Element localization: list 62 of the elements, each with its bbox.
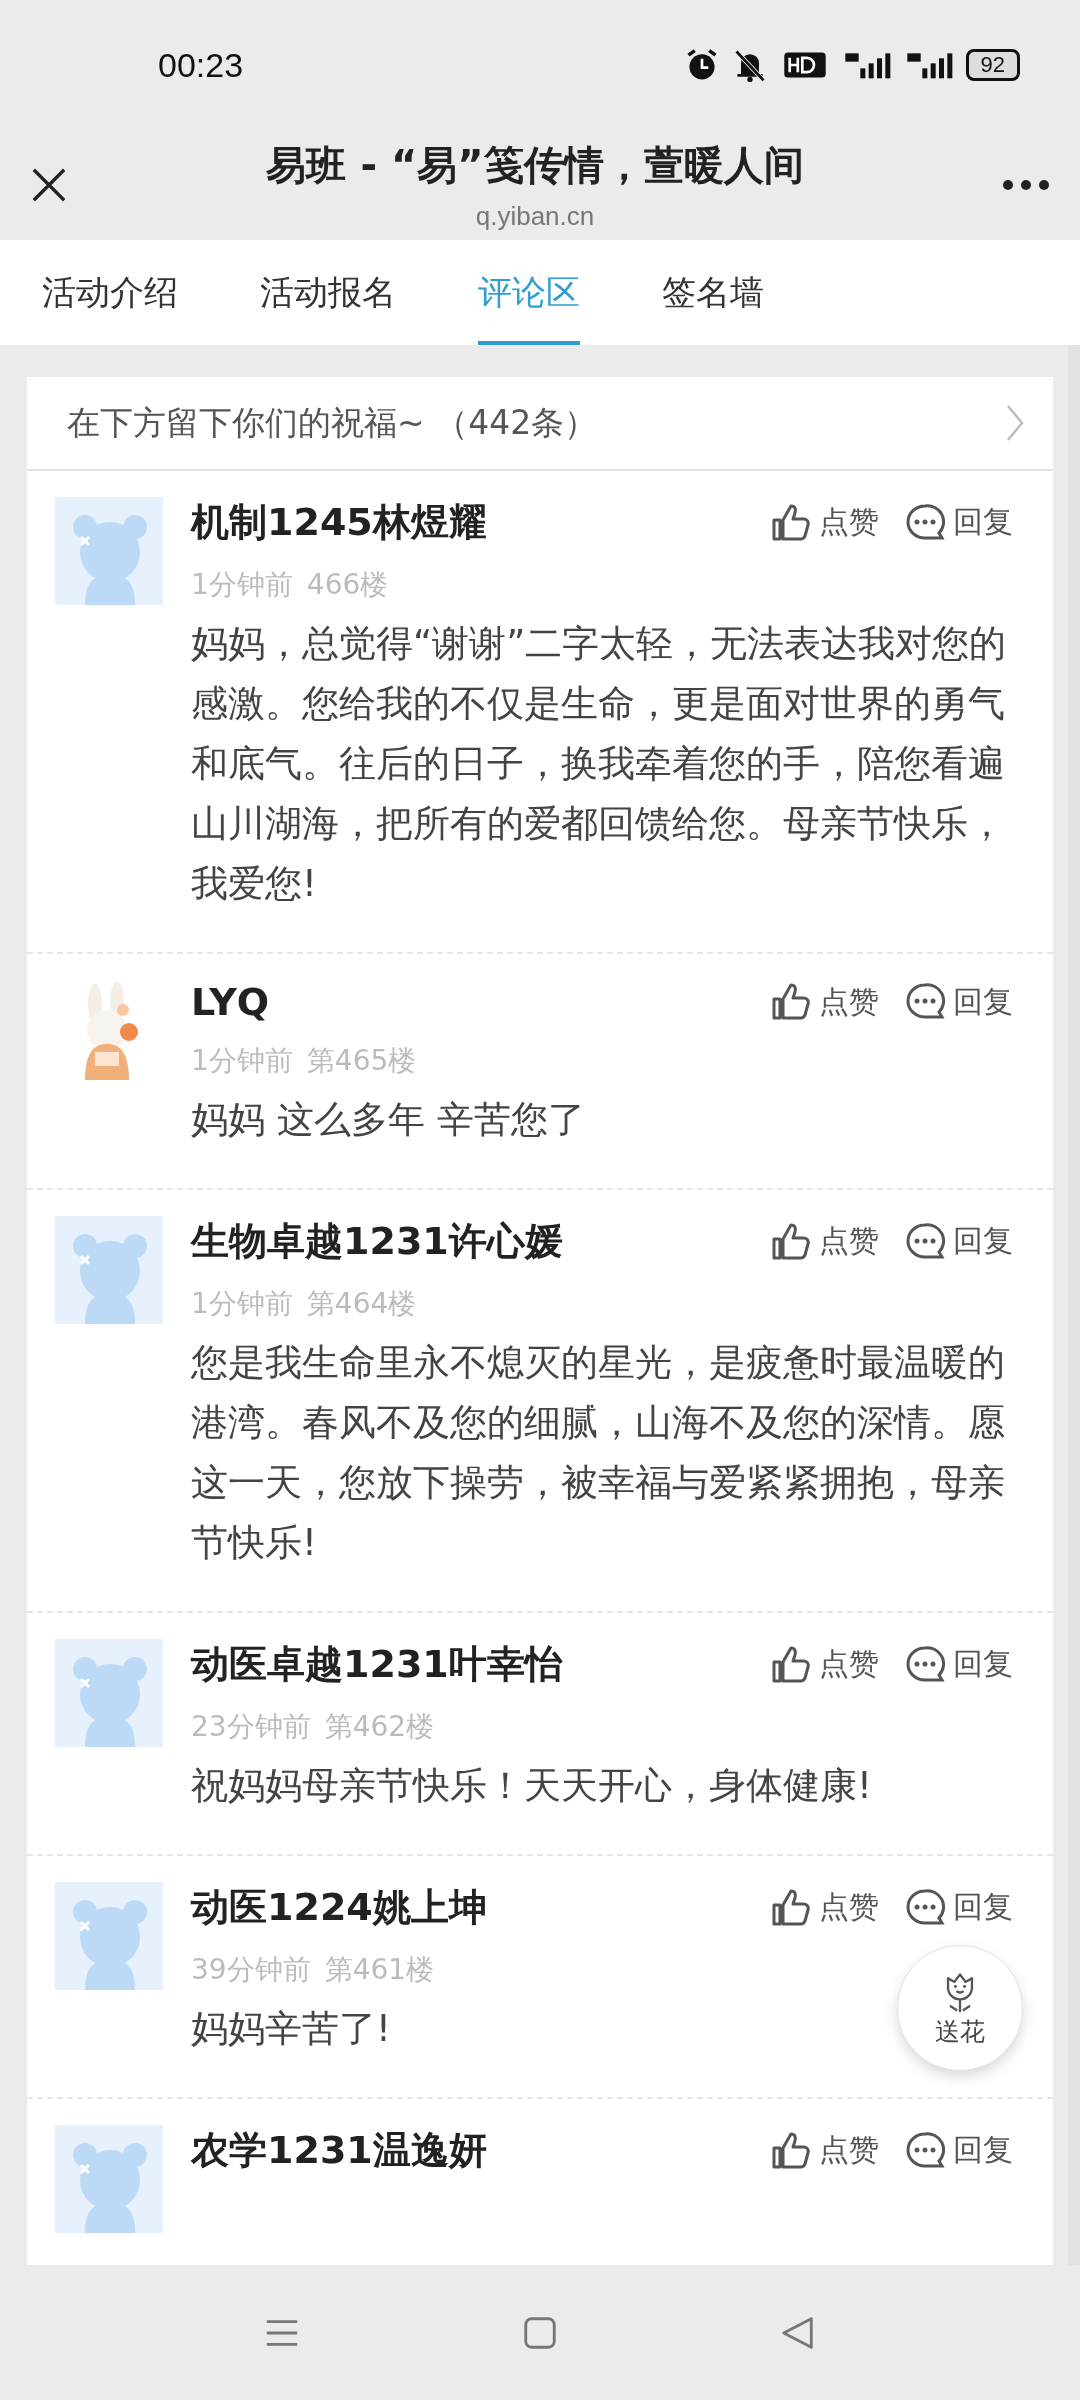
like-button[interactable]: 点赞 [771, 1221, 879, 1262]
user-name: LYQ [191, 980, 270, 1024]
chevron-right-icon [1005, 403, 1025, 443]
thumbs-up-icon [771, 2130, 811, 2171]
tab[interactable]: 活动报名 [260, 240, 396, 345]
reply-button[interactable]: 回复 [905, 1644, 1013, 1685]
post-time: 1分钟前 [191, 567, 293, 603]
comment-text: 妈妈 这么多年 辛苦您了 [191, 1097, 585, 1143]
floor-number: 第464楼 [306, 1286, 417, 1322]
default-avatar-icon [55, 1639, 163, 1747]
speech-bubble-icon [905, 1644, 945, 1685]
battery-indicator: 92 [965, 49, 1020, 81]
comment-count-text: 在下方留下你们的祝福~ （442条） [67, 401, 598, 444]
thumbs-up-icon [771, 1644, 811, 1685]
post-time: 1分钟前 [191, 1286, 293, 1322]
default-avatar-icon [55, 2125, 163, 2233]
speech-bubble-icon [905, 1887, 945, 1928]
post-time: 23分钟前 [191, 1709, 311, 1745]
floor-number: 466楼 [306, 567, 389, 603]
user-name: 动医1224姚上坤 [191, 1884, 487, 1931]
post-time: 39分钟前 [191, 1952, 311, 1988]
comment-text: 祝妈妈母亲节快乐！天天开心，身体健康! [191, 1763, 872, 1809]
more-icon[interactable] [1002, 179, 1050, 191]
comments-header[interactable]: 在下方留下你们的祝福~ （442条） [27, 377, 1053, 471]
user-name: 农学1231温逸妍 [191, 2127, 487, 2174]
comment-text: 您是我生命里永不熄灭的星光，是疲惫时最温暖的港湾。春风不及您的细腻，山海不及您的深情。愿这一天，您放下操劳，被幸福与爱紧紧拥抱，母亲节快乐! [191, 1340, 1006, 1566]
like-button[interactable]: 点赞 [771, 1644, 879, 1685]
default-avatar-icon [55, 497, 163, 605]
like-button[interactable]: 点赞 [771, 981, 879, 1023]
clock-time: 00:23 [158, 45, 244, 85]
default-avatar-icon [55, 1882, 163, 1990]
comment-text: 妈妈辛苦了! [191, 2006, 391, 2052]
reply-button[interactable]: 回复 [905, 1221, 1013, 1262]
comment-text: 妈妈，总觉得“谢谢”二字太轻，无法表达我对您的感激。您给我的不仅是生命，更是面对世界的勇气和底气。往后的日子，换我牵着您的手，陪您看遍山川湖海，把所有的爱都回馈给您。母亲节快乐，我爱您! [191, 621, 1008, 907]
floor-number: 第462楼 [324, 1709, 435, 1745]
like-button[interactable]: 点赞 [771, 502, 879, 543]
user-name: 生物卓越1231许心媛 [191, 1218, 563, 1265]
user-name: 动医卓越1231叶幸怡 [191, 1641, 563, 1688]
thumbs-up-icon [771, 502, 811, 543]
speech-bubble-icon [905, 1221, 945, 1262]
reply-button[interactable]: 回复 [905, 1887, 1013, 1928]
speech-bubble-icon [905, 2130, 945, 2171]
like-button[interactable]: 点赞 [771, 1887, 879, 1928]
like-button[interactable]: 点赞 [771, 2130, 879, 2171]
page-title: 易班 - “易”笺传情，萱暖人间 [266, 141, 804, 190]
reply-button[interactable]: 回复 [905, 502, 1013, 543]
floor-number: 第465楼 [306, 1043, 417, 1079]
user-name: 机制1245林煜耀 [191, 499, 487, 546]
floor-number: 第461楼 [324, 1952, 435, 1988]
thumbs-up-icon [771, 982, 811, 1022]
speech-bubble-icon [905, 502, 945, 543]
reply-button[interactable]: 回复 [905, 981, 1013, 1023]
tab[interactable]: 签名墙 [662, 240, 764, 345]
tab[interactable]: 活动介绍 [42, 240, 178, 345]
speech-bubble-icon [905, 982, 945, 1022]
post-time: 1分钟前 [191, 1043, 293, 1079]
default-avatar-icon [55, 1216, 163, 1324]
page-url: q.yiban.cn [475, 201, 595, 232]
reply-button[interactable]: 回复 [905, 2130, 1013, 2171]
thumbs-up-icon [771, 1887, 811, 1928]
thumbs-up-icon [771, 1221, 811, 1262]
close-icon[interactable] [30, 166, 68, 204]
